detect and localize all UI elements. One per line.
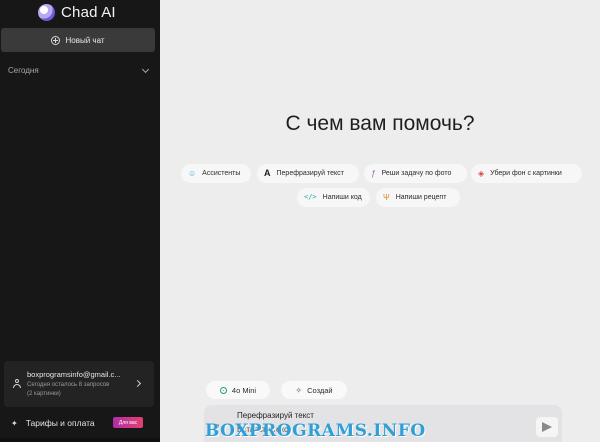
sidebar-footer-edge	[0, 438, 160, 442]
sparkle-icon: ✦	[11, 418, 18, 428]
new-chat-label: Новый чат	[65, 35, 105, 45]
plus-circle-icon	[51, 35, 61, 45]
font-icon: A	[264, 168, 271, 178]
section-today-toggle[interactable]: Сегодня	[8, 65, 150, 75]
assistant-icon: ☺	[188, 168, 197, 178]
composer-prompt-prefix: Перефразируй текст	[237, 411, 314, 420]
suggestion-solve-photo[interactable]: ƒ Реши задачу по фото	[364, 164, 467, 183]
suggestion-rephrase[interactable]: A Перефразируй текст	[257, 164, 359, 183]
suggestion-label: Напиши код	[322, 194, 362, 201]
account-image-quota: (2 картинки)	[27, 391, 61, 397]
plans-badge: Для вас	[113, 417, 143, 428]
account-email: boxprogramsinfo@gmail.c...	[27, 370, 121, 379]
plans-label: Тарифы и оплата	[25, 418, 95, 428]
suggestion-label: Напиши рецепт	[395, 194, 447, 201]
recipe-icon: Ψ	[383, 192, 390, 202]
suggestion-write-recipe[interactable]: Ψ Напиши рецепт	[376, 188, 460, 207]
brand[interactable]: Chad AI	[38, 3, 116, 21]
create-label: Создай	[307, 385, 333, 395]
model-selector[interactable]: 4o Mini	[206, 381, 270, 399]
suggestion-remove-background[interactable]: ◈ Убери фон с картинки	[471, 164, 582, 183]
plans-button[interactable]: ✦ Тарифы и оплата Для вас	[0, 412, 160, 434]
model-icon	[219, 386, 227, 394]
suggestion-write-code[interactable]: </> Напиши код	[297, 188, 370, 207]
suggestion-label: Убери фон с картинки	[490, 170, 562, 177]
section-today-label: Сегодня	[8, 66, 39, 75]
main-area: С чем вам помочь? ☺ Ассистенты A Перефра…	[160, 0, 600, 442]
chevron-right-icon	[133, 379, 142, 388]
suggestion-label: Ассистенты	[202, 170, 241, 177]
account-quota: Сегодня осталось 8 запросов	[27, 382, 110, 388]
code-icon: </>	[304, 193, 317, 201]
chad-logo-icon	[38, 3, 55, 21]
send-button[interactable]	[536, 417, 558, 437]
sidebar: Chad AI Новый чат Сегодня boxprogramsinf…	[0, 0, 160, 442]
suggestion-assistants[interactable]: ☺ Ассистенты	[181, 164, 251, 183]
suggestion-label: Реши задачу по фото	[381, 170, 452, 177]
send-icon	[542, 422, 552, 432]
chevron-down-icon	[141, 65, 150, 73]
watermark: BOXPROGRAMS.INFO	[205, 421, 426, 441]
account-card[interactable]: boxprogramsinfo@gmail.c... Сегодня остал…	[4, 361, 154, 407]
sparkle-icon: ✧	[295, 385, 303, 395]
model-label: 4o Mini	[231, 385, 257, 395]
new-chat-button[interactable]: Новый чат	[1, 28, 155, 52]
brand-name: Chad AI	[61, 3, 116, 21]
math-icon: ƒ	[371, 168, 376, 178]
page-headline: С чем вам помочь?	[285, 112, 475, 135]
user-icon	[13, 379, 21, 388]
suggestion-label: Перефразируй текст	[276, 170, 344, 177]
image-icon: ◈	[478, 168, 485, 178]
create-button[interactable]: ✧ Создай	[281, 381, 347, 399]
